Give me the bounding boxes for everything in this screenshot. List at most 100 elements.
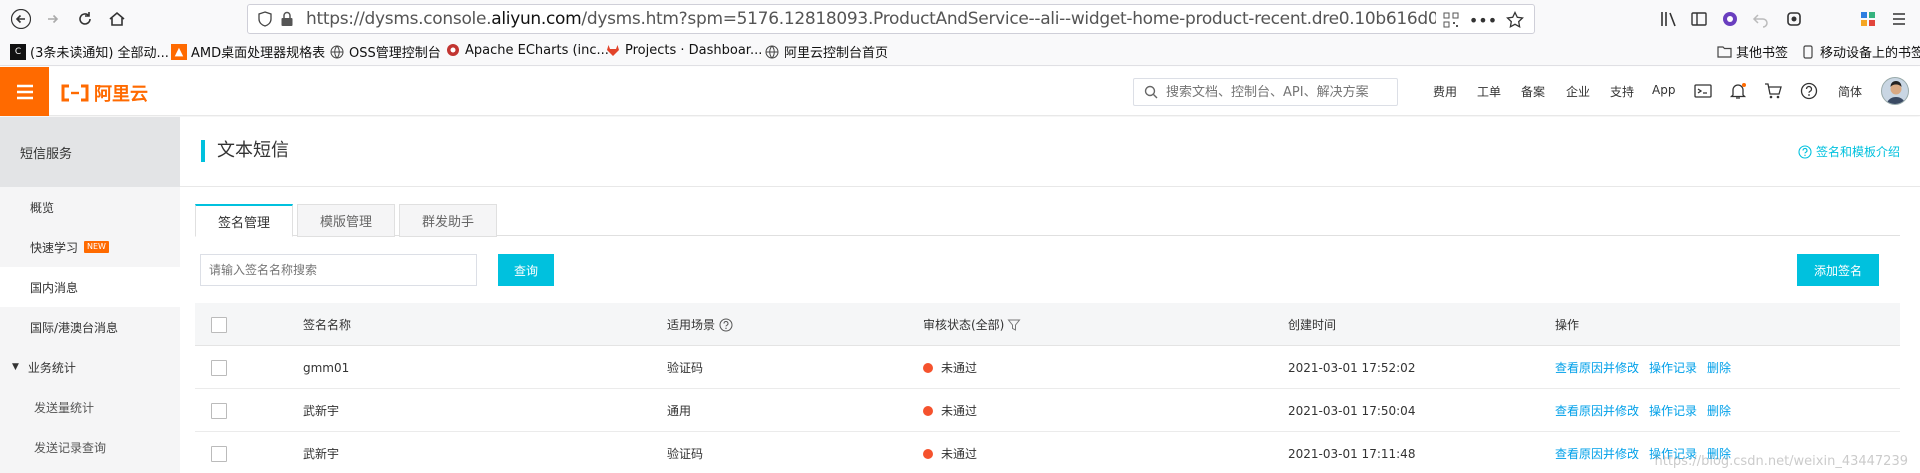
global-search-input[interactable] (1166, 84, 1386, 100)
status-badge: 未通过 (923, 389, 977, 432)
screenshot-icon[interactable] (1781, 6, 1807, 32)
row-checkbox[interactable] (211, 402, 227, 419)
operation-log-link[interactable]: 操作记录 (1649, 402, 1697, 419)
extension-icon[interactable] (1717, 6, 1743, 32)
aliyun-logo[interactable]: 阿里云 (60, 80, 148, 106)
help-link[interactable]: 签名和模板介绍 (1798, 143, 1900, 160)
select-all-checkbox[interactable] (211, 316, 227, 333)
url-text: https://dysms.console.aliyun.com/dysms.h… (306, 9, 1436, 29)
star-icon[interactable] (1504, 9, 1526, 31)
reload-icon (79, 12, 91, 25)
column-header-name: 签名名称 (303, 318, 352, 332)
header-link-app[interactable]: App (1652, 83, 1675, 97)
qr-code-icon[interactable] (1440, 9, 1462, 31)
tab-signatures[interactable]: 签名管理 (195, 204, 293, 237)
operation-log-link[interactable]: 操作记录 (1649, 359, 1697, 376)
column-header-actions: 操作 (1555, 318, 1580, 332)
sidebar-toggle-icon[interactable] (1686, 6, 1712, 32)
delete-link[interactable]: 删除 (1707, 402, 1731, 419)
delete-link[interactable]: 删除 (1707, 359, 1731, 376)
arrow-right-icon (48, 14, 59, 24)
header-link-ticket[interactable]: 工单 (1477, 83, 1501, 100)
lock-icon[interactable] (276, 8, 298, 30)
bookmark-item[interactable]: C (3条未读通知) 全部动... (10, 42, 169, 61)
hamburger-menu-icon[interactable] (1886, 6, 1912, 32)
signature-scene: 通用 (667, 404, 692, 418)
signature-name: gmm01 (303, 360, 350, 375)
undo-icon[interactable] (1748, 6, 1774, 32)
header-link-support[interactable]: 支持 (1610, 83, 1634, 100)
avatar[interactable] (1881, 77, 1909, 105)
global-search[interactable] (1133, 78, 1398, 106)
caret-down-icon: ▼ (12, 362, 19, 372)
sidebar-item-send-records[interactable]: 发送记录查询 (0, 427, 180, 467)
aliyun-logo-icon (61, 84, 89, 102)
shield-icon[interactable] (254, 8, 276, 30)
back-button[interactable] (6, 4, 36, 34)
home-button[interactable] (102, 4, 132, 34)
library-icon[interactable] (1656, 6, 1682, 32)
created-time: 2021-03-01 17:50:04 (1288, 403, 1416, 418)
status-dot-icon (923, 448, 933, 459)
header-link-billing[interactable]: 费用 (1433, 83, 1457, 100)
view-reason-link[interactable]: 查看原因并修改 (1555, 359, 1639, 376)
browser-toolbar: https://dysms.console.aliyun.com/dysms.h… (0, 0, 1920, 38)
globe-icon (764, 44, 780, 60)
mobile-icon (1800, 44, 1816, 60)
bookmark-item[interactable]: Apache ECharts (inc... (445, 42, 609, 58)
row-checkbox[interactable] (211, 359, 227, 376)
help-icon[interactable] (1799, 81, 1819, 101)
column-header-status[interactable]: 审核状态(全部) (923, 303, 1021, 346)
language-switch[interactable]: 简体 (1838, 83, 1862, 100)
address-bar[interactable]: https://dysms.console.aliyun.com/dysms.h… (247, 4, 1535, 34)
page-header: 文本短信 签名和模板介绍 (180, 117, 1920, 187)
reload-button[interactable] (70, 4, 100, 34)
view-reason-link[interactable]: 查看原因并修改 (1555, 445, 1639, 462)
filter-icon (1007, 319, 1021, 331)
extensions-grid-icon[interactable] (1855, 6, 1881, 32)
bookmark-item[interactable]: OSS管理控制台 (329, 42, 441, 61)
sidebar-item-send-volume[interactable]: 发送量统计 (0, 387, 180, 427)
header-link-enterprise[interactable]: 企业 (1566, 83, 1590, 100)
sidebar-item-international[interactable]: 国际/港澳台消息 (0, 307, 180, 347)
header-link-icp[interactable]: 备案 (1521, 83, 1545, 100)
sidebar-title: 短信服务 (0, 117, 180, 187)
table-row: 武新宇 通用 未通过 2021-03-01 17:50:04 查看原因并修改 操… (195, 389, 1900, 432)
add-signature-button[interactable]: 添加签名 (1797, 254, 1879, 286)
column-header-scene: 适用场景 (667, 303, 733, 346)
tab-templates[interactable]: 模版管理 (297, 204, 395, 237)
view-reason-link[interactable]: 查看原因并修改 (1555, 402, 1639, 419)
sidebar-item-quick-start[interactable]: 快速学习 NEW (0, 227, 180, 267)
sidebar-item-domestic[interactable]: 国内消息 (0, 267, 180, 307)
signature-name: 武新宇 (303, 447, 340, 461)
main-menu-button[interactable] (0, 67, 49, 116)
signature-name: 武新宇 (303, 404, 340, 418)
table-row: 武新宇 验证码 未通过 2021-03-01 17:11:48 查看原因并修改 … (195, 432, 1900, 473)
tab-bulk-send[interactable]: 群发助手 (399, 204, 497, 237)
question-circle-icon (719, 318, 733, 331)
gitlab-favicon-icon (605, 42, 621, 58)
bookmarks-bar: C (3条未读通知) 全部动... ▲ AMD桌面处理器规格表 OSS管理控制台… (0, 38, 1920, 66)
bookmark-folder[interactable]: 其他书签 (1716, 42, 1788, 61)
more-icon[interactable]: ••• (1469, 9, 1497, 31)
row-actions: 查看原因并修改 操作记录 删除 (1555, 389, 1741, 432)
bookmark-item[interactable]: ▲ AMD桌面处理器规格表 (171, 42, 325, 61)
search-icon (1144, 85, 1158, 99)
signature-scene: 验证码 (667, 361, 704, 375)
signature-search-input[interactable] (200, 254, 477, 286)
sidebar-item-overview[interactable]: 概览 (0, 187, 180, 227)
bookmark-folder[interactable]: 移动设备上的书签 (1800, 42, 1920, 61)
sidebar-item-statistics[interactable]: ▼ 业务统计 (0, 347, 180, 387)
bell-icon[interactable] (1728, 81, 1748, 101)
bookmark-item[interactable]: 阿里云控制台首页 (764, 42, 888, 61)
table-header: 签名名称 适用场景 审核状态(全部) 创建时间 操作 (195, 303, 1900, 346)
query-button[interactable]: 查询 (498, 254, 554, 286)
bookmark-item[interactable]: Projects · Dashboar... (605, 42, 762, 58)
row-checkbox[interactable] (211, 445, 227, 462)
cloud-shell-icon[interactable] (1693, 81, 1713, 101)
cart-icon[interactable] (1763, 81, 1783, 101)
folder-icon (1716, 44, 1732, 60)
forward-button[interactable] (38, 4, 68, 34)
echarts-favicon-icon (445, 42, 461, 58)
arrow-left-icon (11, 9, 31, 29)
